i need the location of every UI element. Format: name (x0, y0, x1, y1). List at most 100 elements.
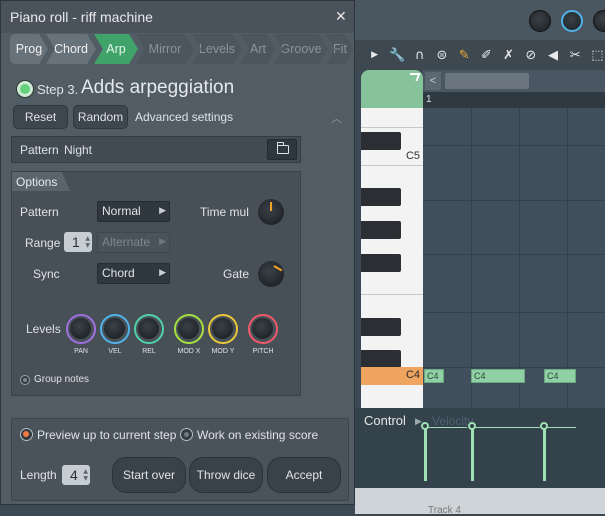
advanced-settings-label[interactable]: Advanced settings (135, 110, 233, 124)
range-mode-value: Alternate (102, 235, 151, 249)
reset-button[interactable]: Reset (13, 105, 68, 129)
time-mul-knob[interactable] (258, 199, 284, 225)
arrow-icon (407, 73, 421, 81)
step-indicator-icon (17, 81, 33, 97)
accept-button[interactable]: Accept (267, 457, 341, 493)
note-grid[interactable]: C4 C4 C4 (423, 108, 605, 408)
master-pitch-knob[interactable] (561, 10, 583, 32)
black-key[interactable] (361, 318, 401, 336)
brush-icon[interactable]: ✐ (479, 47, 494, 63)
mod-x-level-knob[interactable] (174, 314, 204, 344)
close-icon[interactable]: ✕ (335, 9, 347, 25)
black-key[interactable] (361, 188, 401, 206)
step-header: Step 3. Adds arpeggiation (11, 76, 351, 100)
options-panel: Options Pattern Normal ▶ Time mul Range … (11, 171, 301, 396)
gate-knob[interactable] (258, 261, 284, 287)
rel-label: REL (142, 348, 156, 355)
horizontal-scrollbar[interactable]: < (423, 70, 605, 92)
work-existing-radio[interactable] (180, 428, 193, 441)
knob-body (212, 318, 233, 339)
scroll-left-button[interactable]: < (425, 72, 441, 90)
white-key[interactable] (361, 108, 423, 128)
velocity-bar[interactable] (543, 426, 546, 481)
pattern-value[interactable]: Night (64, 143, 92, 157)
piano-roll-toolbar: ▶ 🔧 ∩ ⊜ ✎ ✐ ✗ ⊘ ◀ ✂ ⬚ (355, 40, 605, 70)
velocity-bar[interactable] (424, 426, 427, 481)
tab-prog[interactable]: Prog (10, 34, 48, 64)
browse-folder-button[interactable] (267, 139, 297, 160)
black-key[interactable] (361, 221, 401, 239)
pattern-tab[interactable] (361, 70, 423, 108)
track-label: Track 4 (428, 505, 461, 516)
rel-level-knob[interactable] (134, 314, 164, 344)
folder-icon (276, 142, 289, 154)
chevron-up-icon[interactable]: ︿ (331, 110, 342, 126)
tempo-knob[interactable] (593, 10, 605, 32)
velocity-handle[interactable] (421, 422, 429, 430)
pattern-panel: Pattern Night (11, 136, 301, 163)
velocity-handle[interactable] (540, 422, 548, 430)
vel-level-knob[interactable] (100, 314, 130, 344)
tab-art[interactable]: Art (240, 34, 276, 64)
key-label-c5: C5 (405, 150, 420, 162)
range-stepper[interactable]: 1 ▲ ▼ (64, 232, 92, 252)
grid-line (519, 108, 520, 408)
mod-y-level-knob[interactable] (208, 314, 238, 344)
preview-label[interactable]: Preview up to current step (37, 428, 176, 442)
piano-keyboard[interactable]: C5 (361, 108, 423, 408)
preview-radio[interactable] (20, 428, 33, 441)
key-separator (361, 294, 423, 295)
pencil-icon[interactable]: ✎ (457, 47, 472, 63)
black-key[interactable] (361, 254, 401, 272)
riff-machine-dialog: Piano roll - riff machine ✕ Prog Chord A… (0, 0, 355, 505)
range-value: 1 (72, 234, 80, 250)
bar-ruler[interactable]: 1 (423, 92, 605, 108)
wrench-icon[interactable]: 🔧 (389, 47, 405, 63)
pitch-level-knob[interactable] (248, 314, 278, 344)
black-key[interactable] (361, 350, 401, 368)
length-stepper[interactable]: 4 ▲ ▼ (62, 465, 90, 485)
group-notes-radio[interactable] (20, 375, 30, 385)
control-label[interactable]: Control (364, 413, 406, 428)
tab-arp[interactable]: Arp (94, 34, 138, 64)
note-c4[interactable]: C4 (424, 369, 444, 383)
tab-fit[interactable]: Fit (326, 34, 354, 64)
step-number: Step 3. (37, 82, 79, 97)
bottom-panel: Preview up to current step Work on exist… (11, 418, 349, 501)
white-key-c4[interactable]: C4 (361, 367, 423, 385)
arp-pattern-label: Pattern (20, 205, 59, 219)
range-label: Range (25, 236, 61, 250)
knob-body (138, 318, 159, 339)
master-volume-knob[interactable] (529, 10, 551, 32)
tab-levels[interactable]: Levels (192, 34, 242, 64)
knob-body (252, 318, 273, 339)
work-existing-label[interactable]: Work on existing score (197, 428, 318, 442)
mute-icon[interactable]: ⊘ (523, 47, 538, 63)
sync-select[interactable]: Chord ▶ (97, 263, 170, 284)
scroll-thumb[interactable] (445, 73, 529, 89)
select-icon[interactable]: ⬚ (590, 47, 605, 63)
slice-icon[interactable]: ✂ (568, 47, 583, 63)
grid-line (471, 108, 472, 408)
tab-mirror[interactable]: Mirror (136, 34, 194, 64)
note-c4[interactable]: C4 (544, 369, 576, 383)
speaker-icon[interactable]: ◀ (545, 47, 560, 63)
throw-dice-button[interactable]: Throw dice (189, 457, 263, 493)
velocity-handle[interactable] (468, 422, 476, 430)
playback-icon[interactable]: ⊜ (434, 47, 449, 63)
tab-chord[interactable]: Chord (46, 34, 96, 64)
delete-icon[interactable]: ✗ (501, 47, 516, 63)
random-button[interactable]: Random (73, 105, 128, 129)
pan-level-knob[interactable] (66, 314, 96, 344)
magnet-icon[interactable]: ∩ (412, 47, 427, 63)
title-bar[interactable]: Piano roll - riff machine ✕ (1, 1, 354, 33)
length-value: 4 (70, 467, 78, 483)
menu-arrow-icon[interactable]: ▶ (367, 47, 382, 63)
velocity-bar[interactable] (471, 426, 474, 481)
range-mode-select: Alternate ▶ (97, 232, 170, 253)
note-c4[interactable]: C4 (471, 369, 525, 383)
arp-pattern-select[interactable]: Normal ▶ (97, 201, 170, 222)
start-over-button[interactable]: Start over (112, 457, 186, 493)
dialog-title: Piano roll - riff machine (10, 9, 153, 25)
tab-groove[interactable]: Groove (274, 34, 328, 64)
